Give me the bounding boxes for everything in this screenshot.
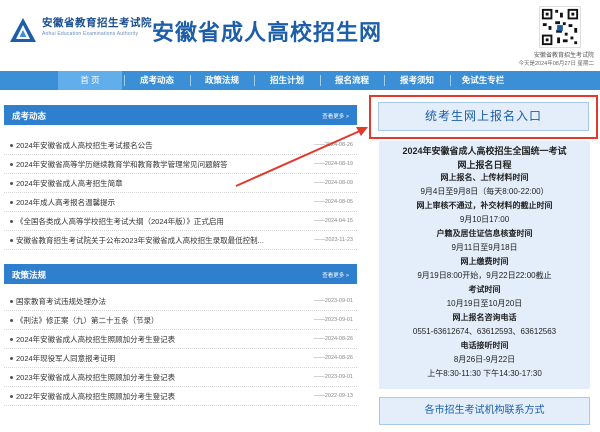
- policy-item-date: ——2023-09-01: [313, 374, 353, 380]
- policy-item-date: ——2022-09-13: [313, 393, 353, 399]
- bullet-icon: [10, 182, 13, 185]
- list-item[interactable]: 安徽省教育招生考试院关于公布2023年安徽省成人高校招生录取最低控制... ——2…: [4, 231, 357, 250]
- nav-separator: [450, 75, 451, 86]
- schedule-line: 8月26日-9月22日: [453, 355, 516, 364]
- policy-item-title[interactable]: 2024年安徽省成人高校招生照顾加分考生登记表: [16, 334, 266, 345]
- schedule-line: 户籍及居住证信息核查时间: [436, 229, 533, 238]
- schedule-line: 电话接听时间: [460, 341, 509, 350]
- list-item[interactable]: 2024年成人高考报名温馨提示 ——2024-08-05: [4, 193, 357, 212]
- news-item-title[interactable]: 2024年安徽省高等学历继续教育学和教育教学管理常见问题解答: [16, 159, 266, 170]
- bullet-icon: [10, 376, 13, 379]
- policy-item-title[interactable]: 国家教育考试违规处理办法: [16, 296, 266, 307]
- list-item[interactable]: 2023年安徽省成人高校招生照顾加分考生登记表 ——2023-09-01: [4, 368, 357, 387]
- schedule-line: 上午8:30-11:30 下午14:30-17:30: [427, 369, 542, 378]
- nav-item-policy[interactable]: 政策法规: [192, 71, 252, 90]
- list-item[interactable]: 2024年安徽省高等学历继续教育学和教育教学管理常见问题解答 ——2024-08-…: [4, 155, 357, 174]
- highlight-frame: 统考生网上报名入口: [369, 95, 598, 139]
- nav-item-exam-notes[interactable]: 报考须知: [386, 71, 448, 90]
- news-item-title[interactable]: 2024年安徽省成人高校招生考试报名公告: [16, 140, 266, 151]
- bullet-icon: [10, 395, 13, 398]
- bullet-icon: [10, 319, 13, 322]
- education-authority-logo-icon[interactable]: [8, 16, 38, 44]
- news-item-date: ——2024-08-26: [313, 142, 353, 148]
- news-item-title[interactable]: 2024年安徽省成人高考招生简章: [16, 178, 266, 189]
- qr-code-label: 安徽省教育招生考试院: [534, 53, 595, 59]
- registration-schedule-panel: 2024年安徽省成人高校招生全国统一考试 网上报名日程 网上报名、上传材料时间 …: [379, 141, 590, 389]
- site-header: 安徽省教育招生考试院 Anhui Education Examinations …: [0, 0, 600, 67]
- policy-section-header: 政策法规 查看更多 >: [4, 264, 357, 284]
- news-item-date: ——2024-04-15: [313, 218, 353, 224]
- news-section-header: 成考动态 查看更多 >: [4, 105, 357, 125]
- city-contacts-button[interactable]: 各市招生考试机构联系方式: [379, 397, 590, 425]
- bullet-icon: [10, 201, 13, 204]
- schedule-line: 考试时间: [468, 285, 501, 294]
- bullet-icon: [10, 220, 13, 223]
- schedule-line: 9月11日至9月18日: [451, 243, 518, 252]
- policy-list: 国家教育考试违规处理办法 ——2023-09-01 《刑法》修正案（九）第二十五条…: [4, 292, 357, 406]
- bullet-icon: [10, 300, 13, 303]
- news-more-link[interactable]: 查看更多 >: [322, 112, 349, 120]
- nav-item-news[interactable]: 成考动态: [126, 71, 188, 90]
- date-line: 今天是2024年08月27日 星期二: [518, 61, 595, 67]
- news-list: 2024年安徽省成人高校招生考试报名公告 ——2024-08-26 2024年安徽…: [4, 136, 357, 250]
- schedule-line: 网上审核不通过，补交材料的截止时间: [416, 201, 553, 210]
- policy-item-title[interactable]: 2022年安徽省成人高校招生照顾加分考生登记表: [16, 391, 266, 402]
- nav-separator: [254, 75, 255, 86]
- news-item-title[interactable]: 2024年成人高考报名温馨提示: [16, 197, 266, 208]
- policy-item-date: ——2024-08-26: [313, 336, 353, 342]
- org-subtitle: Anhui Education Examinations Authority: [42, 31, 139, 37]
- nav-separator: [320, 75, 321, 86]
- nav-item-enrollment-plan[interactable]: 招生计划: [256, 71, 318, 90]
- schedule-line: 9月10日17:00: [459, 215, 510, 224]
- news-item-date: ——2024-08-19: [313, 161, 353, 167]
- policy-item-date: ——2024-08-26: [313, 355, 353, 361]
- site-title: 安徽省成人高校招生网: [152, 20, 383, 45]
- main-nav: 首 页 成考动态 政策法规 招生计划 报名流程 报考须知 免试生专栏: [0, 71, 600, 90]
- list-item[interactable]: 《全国各类成人高等学校招生考试大纲（2024年版）》正式启用 ——2024-04-…: [4, 212, 357, 231]
- news-section-title: 成考动态: [12, 111, 47, 121]
- policy-item-title[interactable]: 《刑法》修正案（九）第二十五条（节录）: [16, 315, 266, 326]
- policy-item-date: ——2023-09-01: [313, 298, 353, 304]
- schedule-subheading: 网上报名日程: [457, 160, 512, 170]
- list-item[interactable]: 国家教育考试违规处理办法 ——2023-09-01: [4, 292, 357, 311]
- policy-item-date: ——2023-09-01: [313, 317, 353, 323]
- bullet-icon: [10, 239, 13, 242]
- nav-separator: [190, 75, 191, 86]
- nav-item-registration-process[interactable]: 报名流程: [322, 71, 382, 90]
- list-item[interactable]: 2024年现役军人同意报考证明 ——2024-08-26: [4, 349, 357, 368]
- schedule-line: 0551-63612674、63612593、63612563: [412, 327, 557, 336]
- list-item[interactable]: 2024年安徽省成人高校招生照顾加分考生登记表 ——2024-08-26: [4, 330, 357, 349]
- policy-item-title[interactable]: 2024年现役军人同意报考证明: [16, 353, 266, 364]
- list-item[interactable]: 2022年安徽省成人高校招生照顾加分考生登记表 ——2022-09-13: [4, 387, 357, 406]
- list-item[interactable]: 《刑法》修正案（九）第二十五条（节录） ——2023-09-01: [4, 311, 357, 330]
- online-registration-entry-button[interactable]: 统考生网上报名入口: [378, 102, 589, 131]
- schedule-line: 网上报名、上传材料时间: [440, 173, 529, 182]
- policy-section-title: 政策法规: [12, 270, 47, 280]
- news-item-date: ——2024-08-05: [313, 199, 353, 205]
- news-item-date: ——2023-11-23: [314, 237, 353, 243]
- qr-code-icon: [539, 6, 581, 48]
- bullet-icon: [10, 144, 13, 147]
- nav-separator: [384, 75, 385, 86]
- bullet-icon: [10, 357, 13, 360]
- list-item[interactable]: 2024年安徽省成人高考招生简章 ——2024-08-09: [4, 174, 357, 193]
- bullet-icon: [10, 338, 13, 341]
- news-item-title[interactable]: 安徽省教育招生考试院关于公布2023年安徽省成人高校招生录取最低控制...: [16, 235, 266, 246]
- news-item-title[interactable]: 《全国各类成人高等学校招生考试大纲（2024年版）》正式启用: [16, 216, 266, 227]
- nav-separator: [124, 75, 125, 86]
- schedule-line: 10月19日至10月20日: [446, 299, 523, 308]
- schedule-line: 9月4日至9月8日（每天8:00-22:00）: [420, 187, 549, 196]
- bullet-icon: [10, 163, 13, 166]
- schedule-line: 9月19日8:00开始，9月22日22:00截止: [417, 271, 552, 280]
- schedule-line: 网上缴费时间: [460, 257, 509, 266]
- schedule-line: 网上报名咨询电话: [452, 313, 517, 322]
- org-name[interactable]: 安徽省教育招生考试院: [42, 15, 152, 30]
- nav-item-home[interactable]: 首 页: [58, 71, 122, 90]
- news-item-date: ——2024-08-09: [313, 180, 353, 186]
- list-item[interactable]: 2024年安徽省成人高校招生考试报名公告 ——2024-08-26: [4, 136, 357, 155]
- nav-item-exempt-students[interactable]: 免试生专栏: [452, 71, 514, 90]
- schedule-heading: 2024年安徽省成人高校招生全国统一考试: [402, 146, 567, 156]
- policy-more-link[interactable]: 查看更多 >: [322, 271, 349, 279]
- policy-item-title[interactable]: 2023年安徽省成人高校招生照顾加分考生登记表: [16, 372, 266, 383]
